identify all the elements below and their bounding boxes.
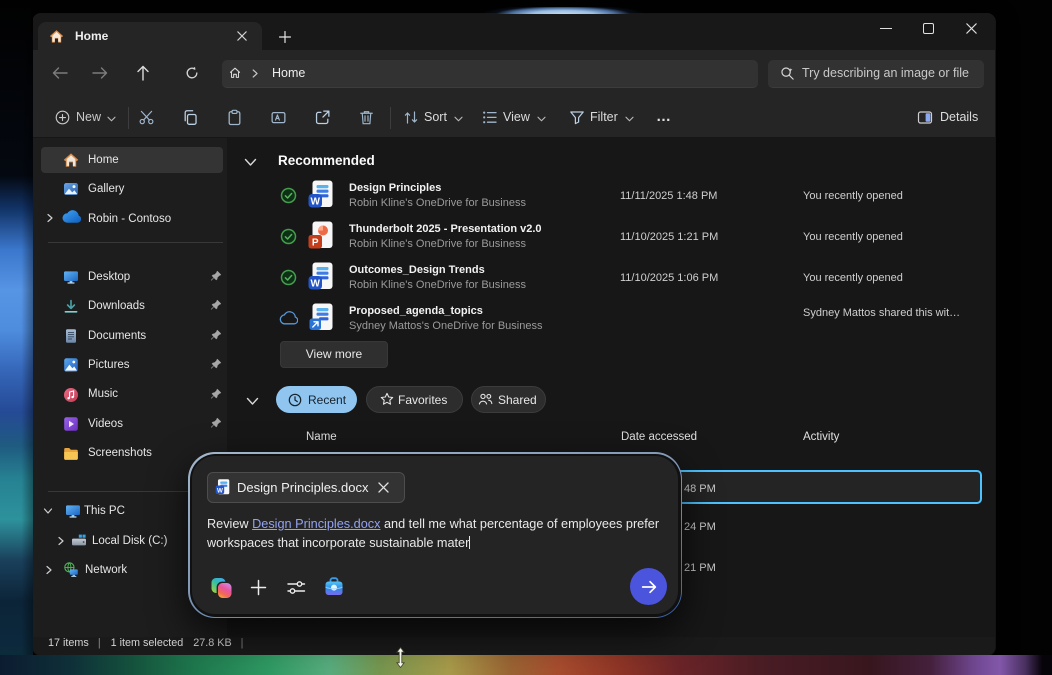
svg-text:W: W [310, 279, 320, 290]
svg-text:P: P [312, 238, 319, 249]
svg-text:W: W [310, 197, 320, 208]
svg-text:W: W [217, 487, 223, 494]
